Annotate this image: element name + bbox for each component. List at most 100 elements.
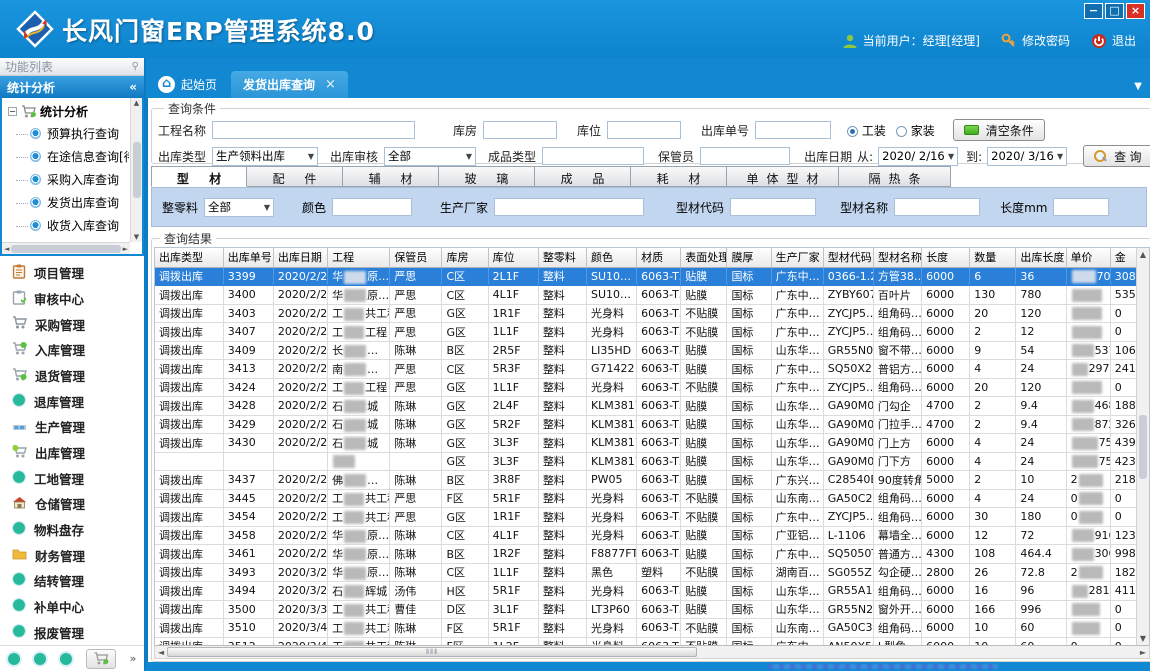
- table-row[interactable]: 调拨出库35102020/3/4工共工程陈琳F区5R1F整料光身料6063-T5…: [155, 619, 1149, 638]
- column-header[interactable]: 整零料: [538, 248, 586, 267]
- column-header[interactable]: 单价: [1066, 248, 1110, 267]
- scroll-down-icon[interactable]: ▼: [134, 233, 139, 241]
- date-from-picker[interactable]: 2020/ 2/16▼: [878, 147, 958, 166]
- sidebar-item-退货管理[interactable]: 退货管理: [0, 363, 144, 389]
- profile-name-input[interactable]: [894, 198, 980, 216]
- sidebar-item-入库管理[interactable]: 入库管理: [0, 337, 144, 363]
- tree-item[interactable]: 发货出库查询: [4, 191, 129, 214]
- project-name-input[interactable]: [212, 121, 415, 139]
- clear-conditions-button[interactable]: 清空条件: [953, 119, 1045, 141]
- scroll-down-icon[interactable]: ▼: [1140, 634, 1146, 643]
- sidebar-item-物料盘存[interactable]: 物料盘存: [0, 517, 144, 543]
- tab-shipping-outbound-query[interactable]: 发货出库查询 ×: [231, 71, 348, 98]
- column-header[interactable]: 库位: [488, 248, 538, 267]
- date-to-picker[interactable]: 2020/ 3/16▼: [987, 147, 1067, 166]
- table-row[interactable]: 调拨出库34582020/2/28华原…陈琳C区4L1F整料光身料6063-T5…: [155, 526, 1149, 545]
- column-header[interactable]: 膜厚: [727, 248, 771, 267]
- table-horizontal-scrollbar[interactable]: ◄ ⦀⦀⦀ ►: [154, 645, 1150, 659]
- vertical-scroll-thumb[interactable]: [1139, 415, 1147, 479]
- table-row[interactable]: 调拨出库34032020/2/25工共工程严思G区1R1F整料光身料6063-T…: [155, 304, 1149, 323]
- scroll-up-icon[interactable]: ▲: [1140, 250, 1146, 259]
- color-input[interactable]: [332, 198, 412, 216]
- tree-item[interactable]: 预算执行查询: [4, 122, 129, 145]
- logout[interactable]: 退出: [1091, 32, 1136, 49]
- column-header[interactable]: 材质: [637, 248, 681, 267]
- column-header[interactable]: 保管员: [390, 248, 442, 267]
- sidebar-item-工地管理[interactable]: 工地管理: [0, 465, 144, 491]
- column-header[interactable]: 颜色: [586, 248, 636, 267]
- table-row[interactable]: 调拨出库35002020/3/3工共工程曹佳D区3L1F整料LT3P606063…: [155, 600, 1149, 619]
- sidebar-item-补单中心[interactable]: 补单中心: [0, 594, 144, 620]
- column-header[interactable]: 数量: [970, 248, 1016, 267]
- product-type-input[interactable]: [542, 147, 644, 165]
- module-dot-icon[interactable]: [60, 653, 72, 665]
- minimize-button[interactable]: −: [1084, 3, 1103, 19]
- radio-jiazhuang[interactable]: 家装: [896, 122, 935, 139]
- column-header[interactable]: 出库单号: [223, 248, 273, 267]
- table-row[interactable]: 调拨出库34072020/2/25工工程严思G区1L1F整料光身料6063-T5…: [155, 323, 1149, 342]
- tree-root-statistics[interactable]: − 统计分析: [4, 100, 129, 122]
- sidebar-item-采购管理[interactable]: 采购管理: [0, 311, 144, 337]
- column-header[interactable]: 型材代码: [823, 248, 873, 267]
- sidebar-item-结转管理[interactable]: 结转管理: [0, 568, 144, 594]
- more-modules-chevron[interactable]: »: [130, 652, 137, 665]
- table-row[interactable]: 调拨出库34132020/2/26南…严思C区5R3F整料G714226063-…: [155, 360, 1149, 379]
- scroll-up-icon[interactable]: ▲: [134, 99, 139, 107]
- close-button[interactable]: ×: [1126, 3, 1145, 19]
- table-row[interactable]: 调拨出库34282020/2/26石城陈琳G区2L4F整料KLM38176063…: [155, 397, 1149, 416]
- table-row[interactable]: G区3L3F整料KLM38176063-T5贴膜国标山东华…GA90M09.门下…: [155, 452, 1149, 471]
- module-dot-icon[interactable]: [34, 653, 46, 665]
- sidebar-item-出库管理[interactable]: 出库管理: [0, 440, 144, 466]
- out-audit-select[interactable]: 全部▼: [384, 147, 476, 166]
- tab-close-icon[interactable]: ×: [325, 77, 336, 92]
- profile-code-input[interactable]: [730, 198, 816, 216]
- tree-horizontal-scrollbar[interactable]: ◄►: [2, 242, 130, 254]
- table-row[interactable]: 调拨出库34932020/3/2华原…陈琳C区1L1F整料黑色塑料不贴膜国标湖南…: [155, 563, 1149, 582]
- table-row[interactable]: 调拨出库34002020/2/25华原…严思C区4L1F整料SU10…6063-…: [155, 286, 1149, 305]
- change-password[interactable]: 修改密码: [1001, 32, 1070, 49]
- tree-item[interactable]: 在途信息查询[待: [4, 145, 129, 168]
- sidebar-item-退库管理[interactable]: 退库管理: [0, 388, 144, 414]
- column-header[interactable]: 表面处理: [681, 248, 727, 267]
- column-header[interactable]: 库房: [442, 248, 488, 267]
- sidebar-item-生产管理[interactable]: 生产管理: [0, 414, 144, 440]
- table-row[interactable]: 调拨出库34452020/2/27工共工程严思F区5R1F整料光身料6063-T…: [155, 489, 1149, 508]
- scroll-left-icon[interactable]: ◄: [4, 245, 9, 253]
- table-row[interactable]: 调拨出库33992020/2/25华原…严思C区2L1F整料SU10…6063-…: [155, 267, 1149, 286]
- scroll-right-icon[interactable]: ►: [123, 245, 128, 253]
- sidebar-item-仓储管理[interactable]: 仓储管理: [0, 491, 144, 517]
- location-input[interactable]: [607, 121, 681, 139]
- maximize-button[interactable]: □: [1105, 3, 1124, 19]
- sidebar-item-报废管理[interactable]: 报废管理: [0, 619, 144, 645]
- column-header[interactable]: 生产厂家: [771, 248, 823, 267]
- column-header[interactable]: 出库类型: [155, 248, 223, 267]
- table-row[interactable]: 调拨出库34302020/2/26石城陈琳G区3L3F整料KLM38176063…: [155, 434, 1149, 453]
- column-header[interactable]: 出库日期: [273, 248, 327, 267]
- sidebar-item-财务管理[interactable]: 财务管理: [0, 542, 144, 568]
- sidebar-item-项目管理[interactable]: 项目管理: [0, 260, 144, 286]
- sidebar-item-审核中心[interactable]: 审核中心: [0, 286, 144, 312]
- radio-gongzhuang[interactable]: 工装: [847, 122, 886, 139]
- pin-icon[interactable]: ⚲: [132, 61, 139, 72]
- tree-item[interactable]: 收货入库查询: [4, 214, 129, 237]
- module-dot-icon[interactable]: [8, 653, 20, 665]
- scroll-right-icon[interactable]: ►: [1140, 648, 1146, 657]
- collapse-icon[interactable]: «: [129, 80, 137, 94]
- scroll-left-icon[interactable]: ◄: [158, 648, 164, 657]
- column-header[interactable]: 工程: [328, 248, 390, 267]
- table-vertical-scrollbar[interactable]: ▲▼: [1136, 248, 1149, 645]
- zhengling-select[interactable]: 全部▼: [204, 198, 274, 217]
- table-row[interactable]: 调拨出库34242020/2/26工工程严思G区1L1F整料光身料6063-T5…: [155, 378, 1149, 397]
- column-header[interactable]: 出库长度: [1016, 248, 1066, 267]
- sidebar-section-statistics[interactable]: 统计分析 «: [0, 76, 144, 98]
- tree-expander-icon[interactable]: −: [8, 107, 17, 116]
- length-input[interactable]: [1053, 198, 1109, 216]
- tab-overflow-chevron-icon[interactable]: ▼: [1134, 81, 1142, 92]
- tree-item[interactable]: 采购入库查询: [4, 168, 129, 191]
- manufacturer-input[interactable]: [494, 198, 644, 216]
- table-row[interactable]: 调拨出库34942020/3/2石辉城汤伟H区5R1F整料光身料6063-T5贴…: [155, 582, 1149, 601]
- horizontal-scroll-thumb[interactable]: ⦀⦀⦀: [167, 647, 697, 657]
- table-row[interactable]: 调拨出库34092020/2/25长…陈琳B区2R5F整料LI35HD6063-…: [155, 341, 1149, 360]
- tab-home[interactable]: ⌂ 起始页: [150, 71, 231, 98]
- out-type-select[interactable]: 生产领料出库▼: [212, 147, 318, 166]
